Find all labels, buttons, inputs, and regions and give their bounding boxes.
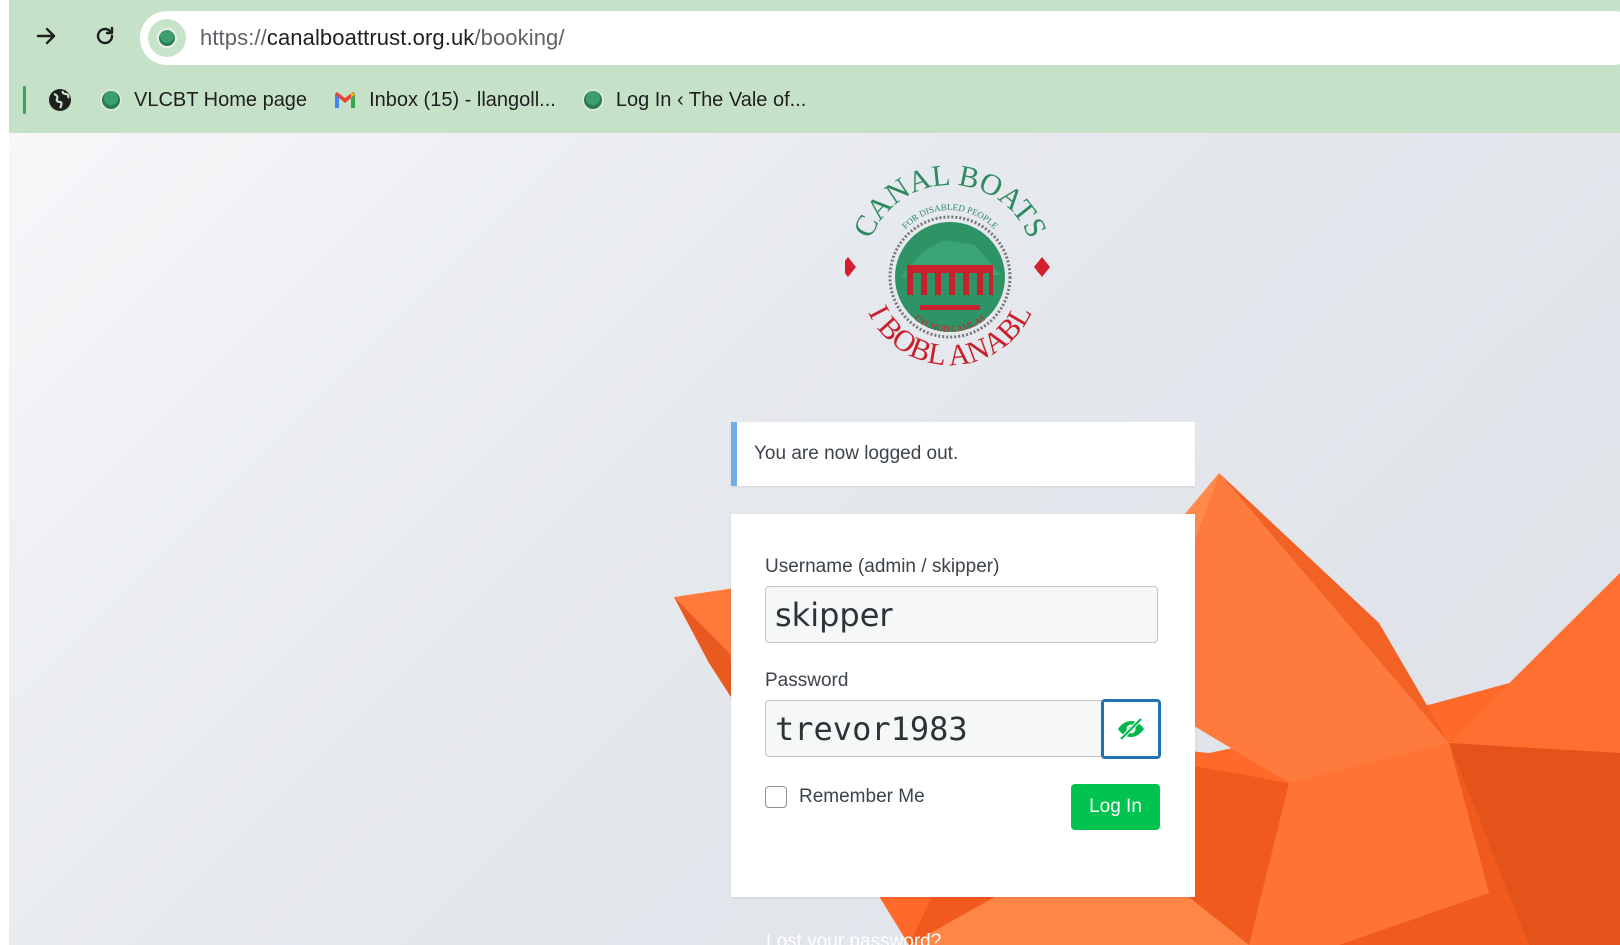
forward-arrow-icon[interactable] <box>31 20 63 52</box>
eye-slash-icon <box>1118 717 1144 741</box>
bookmark-label: Log In ‹ The Vale of... <box>615 88 807 111</box>
site-favicon-icon <box>581 89 604 111</box>
address-bar[interactable]: https://canalboattrust.org.uk/booking/ <box>140 11 1620 65</box>
remember-me[interactable]: Remember Me <box>765 786 925 808</box>
login-form: Username (admin / skipper) skipper Passw… <box>731 514 1195 897</box>
url-text[interactable]: https://canalboattrust.org.uk/booking/ <box>200 25 565 51</box>
gmail-icon <box>335 92 356 108</box>
url-scheme: https:// <box>200 25 267 50</box>
bookmarks-bar: VLCBT Home page Inbox (15) - llangoll...… <box>9 72 1620 128</box>
bookmarks-divider <box>23 86 26 114</box>
password-label: Password <box>765 670 849 691</box>
logged-out-notice: You are now logged out. <box>731 422 1195 486</box>
log-in-button[interactable]: Log In <box>1071 784 1160 830</box>
site-favicon-icon <box>100 89 122 111</box>
canal-boats-logo: CANAL BOATS FOR DISABLED PEOPLE CYCHOD C… <box>845 165 1053 373</box>
remember-me-label: Remember Me <box>799 786 925 807</box>
notice-message: You are now logged out. <box>754 443 959 464</box>
reload-icon[interactable] <box>89 20 121 52</box>
bookmark-label: Inbox (15) - llangoll... <box>369 88 556 111</box>
remember-me-checkbox[interactable] <box>765 786 787 808</box>
bookmark-label: VLCBT Home page <box>134 88 308 111</box>
username-input[interactable]: skipper <box>765 586 1158 643</box>
globe-icon[interactable] <box>46 86 74 114</box>
site-info-icon[interactable] <box>148 19 186 57</box>
url-path: /booking/ <box>474 25 565 50</box>
bookmark-vlcbt-home[interactable]: VLCBT Home page <box>100 89 307 112</box>
show-password-button[interactable] <box>1101 699 1161 759</box>
url-host: canalboattrust.org.uk <box>266 25 475 50</box>
username-label: Username (admin / skipper) <box>765 556 1000 577</box>
bookmark-inbox[interactable]: Inbox (15) - llangoll... <box>333 89 556 112</box>
password-input[interactable]: trevor1983 <box>765 700 1102 757</box>
bookmark-log-in-vale[interactable]: Log In ‹ The Vale of... <box>581 88 807 112</box>
lost-password-link[interactable]: Lost your password? <box>766 931 941 945</box>
